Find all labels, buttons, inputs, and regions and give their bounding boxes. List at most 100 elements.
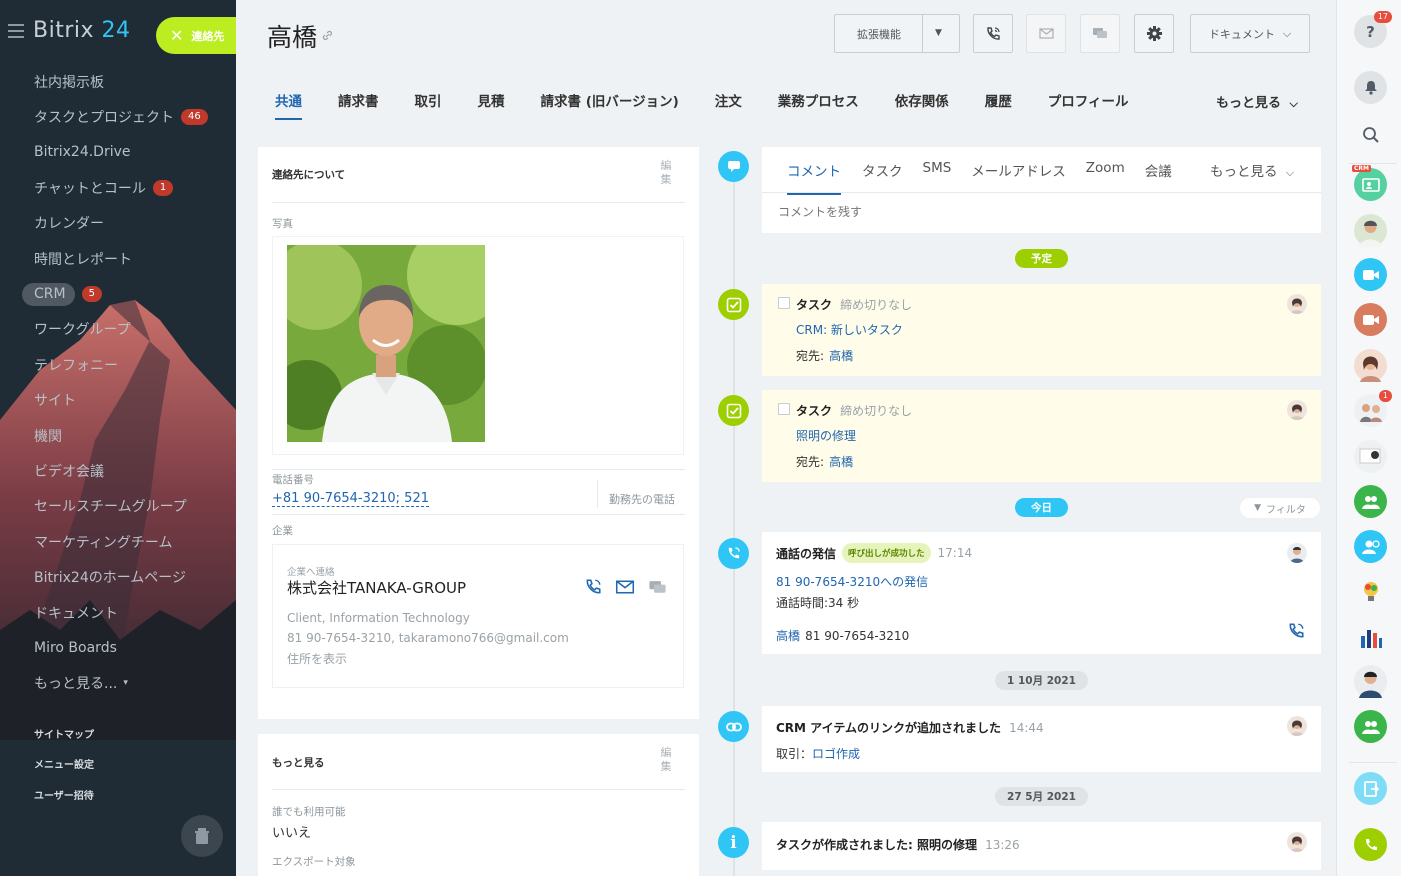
sidebar-item-telephony[interactable]: テレフォニー [0, 347, 236, 382]
avatar[interactable] [1354, 349, 1387, 382]
comment-input[interactable] [778, 202, 1298, 222]
avatar[interactable] [1287, 400, 1307, 420]
sidebar-item-miro[interactable]: Miro Boards [0, 630, 236, 665]
sidebar-item-more[interactable]: もっと見る... ▾ [0, 666, 236, 701]
tab-invoices-old[interactable]: 請求書 (旧バージョン) [541, 90, 679, 120]
avatar[interactable] [1287, 832, 1307, 852]
phone-icon[interactable] [1287, 622, 1305, 640]
call-link[interactable]: 81 90-7654-3210への発信 [776, 573, 928, 590]
sidebar-item-chat[interactable]: チャットとコール 1 [0, 170, 236, 205]
edit-button[interactable]: 編集 [659, 746, 673, 774]
company-address[interactable]: 住所を表示 [287, 650, 347, 667]
sidebar-item-drive[interactable]: Bitrix24.Drive [0, 135, 236, 170]
sidebar-item-company[interactable]: 機関 [0, 418, 236, 453]
coffee-cup-icon[interactable] [181, 815, 223, 857]
timeline-more-button[interactable]: もっと見る ⌵ [1210, 160, 1294, 180]
envelope-icon[interactable] [615, 580, 635, 594]
tab-quotes[interactable]: 見積 [478, 90, 505, 120]
filter-button[interactable]: ▼ フィルタ [1240, 498, 1320, 518]
caller-link[interactable]: 高橋 [776, 629, 800, 643]
link-icon[interactable] [322, 30, 333, 41]
video-conference-icon[interactable] [1354, 303, 1387, 336]
sidebar-item-feed[interactable]: 社内掲示板 [0, 64, 236, 99]
company-name[interactable]: 株式会社TANAKA-GROUP [287, 577, 466, 598]
sidebar-item-time[interactable]: 時間とレポート [0, 241, 236, 276]
menu-settings-link[interactable]: メニュー設定 [0, 749, 236, 780]
workgroup-icon[interactable] [1354, 710, 1387, 743]
sidebar-item-crm[interactable]: CRM 5 [0, 276, 236, 311]
tab-comment[interactable]: コメント [787, 160, 841, 195]
group-chat-avatar[interactable]: 1 [1354, 390, 1392, 427]
tab-general[interactable]: 共通 [275, 90, 302, 120]
company-card: 企業へ連絡 株式会社TANAKA-GROUP Client, Informati… [272, 544, 684, 688]
user-clock-icon[interactable] [1354, 530, 1387, 563]
edit-button[interactable]: 編集 [659, 159, 673, 187]
avatar[interactable] [1354, 214, 1387, 247]
avatar[interactable] [1287, 294, 1307, 314]
contact-photo[interactable] [287, 245, 485, 442]
workgroup-icon[interactable] [1354, 485, 1387, 518]
sidebar-item-sites[interactable]: サイト [0, 383, 236, 418]
tab-meeting[interactable]: 会議 [1145, 160, 1172, 195]
chart-icon[interactable] [1354, 620, 1387, 653]
avatar[interactable] [1354, 665, 1387, 698]
tab-task[interactable]: タスク [862, 160, 903, 195]
avatar[interactable] [1354, 440, 1387, 473]
tab-invoices[interactable]: 請求書 [338, 90, 379, 120]
card-heading: もっと見る [272, 757, 325, 769]
task-name-link[interactable]: 照明の修理 [796, 427, 856, 444]
sidebar-item-sales-group[interactable]: セールスチームグループ [0, 489, 236, 524]
phone-icon[interactable] [584, 578, 602, 596]
bitrix-logo[interactable]: Bitrix 24 [33, 18, 131, 43]
sidebar-item-homepage[interactable]: Bitrix24のホームページ [0, 559, 236, 594]
timeman-icon[interactable] [1354, 772, 1387, 805]
task-checkbox[interactable] [778, 297, 790, 309]
tabs-more-button[interactable]: もっと見る ⌵ [1216, 92, 1298, 111]
to-link[interactable]: 高橋 [829, 455, 853, 469]
invite-users-link[interactable]: ユーザー招待 [0, 779, 236, 810]
bell-icon[interactable] [1354, 71, 1387, 104]
chat-button[interactable] [1080, 14, 1120, 53]
tab-workflows[interactable]: 業務プロセス [778, 90, 859, 120]
settings-button[interactable] [1134, 14, 1174, 53]
tab-profile[interactable]: プロフィール [1048, 90, 1129, 120]
help-icon[interactable]: ? 17 [1354, 11, 1392, 48]
photo-label: 写真 [272, 218, 293, 230]
sitemap-link[interactable]: サイトマップ [0, 718, 236, 749]
phone-icon[interactable] [1354, 828, 1387, 861]
crm-chat-icon[interactable]: CRM [1352, 165, 1387, 201]
lightbulb-icon[interactable] [1354, 575, 1387, 608]
tab-sms[interactable]: SMS [923, 160, 952, 195]
deal-link[interactable]: ロゴ作成 [812, 747, 860, 761]
planned-pill: 予定 [1015, 249, 1068, 268]
tab-email[interactable]: メールアドレス [971, 160, 1066, 195]
chat-icon[interactable] [648, 580, 667, 595]
task-deadline: 締め切りなし [840, 298, 913, 312]
avatar[interactable] [1287, 716, 1307, 736]
tab-history[interactable]: 履歴 [985, 90, 1012, 120]
search-icon[interactable] [1354, 118, 1387, 151]
sidebar-item-documents[interactable]: ドキュメント [0, 595, 236, 630]
tab-zoom[interactable]: Zoom [1086, 160, 1125, 195]
task-name-link[interactable]: CRM: 新しいタスク [796, 321, 903, 338]
sidebar-item-calendar[interactable]: カレンダー [0, 206, 236, 241]
tab-dependencies[interactable]: 依存関係 [895, 90, 949, 120]
documents-button[interactable]: ドキュメント ⌵ [1190, 14, 1310, 53]
contact-close-button[interactable]: ✕ 連絡先 [156, 17, 236, 54]
task-checkbox[interactable] [778, 403, 790, 415]
to-link[interactable]: 高橋 [829, 349, 853, 363]
sidebar-item-tasks[interactable]: タスクとプロジェクト 46 [0, 99, 236, 134]
avatar[interactable] [1287, 543, 1307, 563]
menu-burger-icon[interactable] [8, 24, 24, 38]
sidebar-item-workgroups[interactable]: ワークグループ [0, 312, 236, 347]
sidebar-item-video[interactable]: ビデオ会議 [0, 453, 236, 488]
tab-orders[interactable]: 注文 [715, 90, 742, 120]
extensions-button[interactable]: 拡張機能 ▼ [834, 14, 960, 53]
call-button[interactable] [973, 14, 1013, 53]
chat-icon [1093, 28, 1107, 38]
tab-deals[interactable]: 取引 [415, 90, 442, 120]
video-call-icon[interactable] [1354, 258, 1387, 291]
sidebar-item-marketing[interactable]: マーケティングチーム [0, 524, 236, 559]
email-button[interactable] [1026, 14, 1066, 53]
phone-link[interactable]: +81 90-7654-3210; 521 [272, 491, 429, 507]
